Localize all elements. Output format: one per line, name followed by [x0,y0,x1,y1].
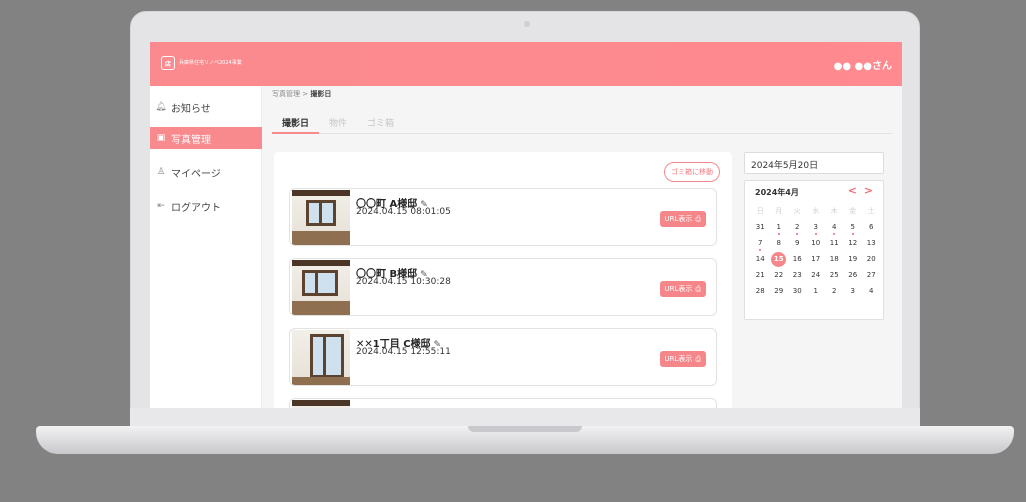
calendar-day[interactable]: 26 [844,267,863,283]
calendar-day[interactable]: 25 [825,267,844,283]
calendar-day[interactable]: 5 [844,219,863,235]
calendar-day[interactable]: 3 [844,283,863,299]
tab-shooting-date[interactable]: 撮影日 [272,108,320,134]
photo-card-partial[interactable] [289,398,717,408]
share-icon: ⎙ [695,284,701,293]
sidebar-item-mypage[interactable]: ♙ マイページ [150,161,262,183]
breadcrumb: 写真管理 > 撮影日 [272,89,331,99]
url-display-button[interactable]: URL表示 ⎙ [659,351,706,367]
photo-thumbnail[interactable] [292,400,350,408]
url-display-button[interactable]: URL表示 ⎙ [659,281,706,297]
calendar-day[interactable]: 3 [807,219,826,235]
photo-datetime: 2024.04.15 08:01:05 [356,207,451,217]
calendar-day[interactable]: 21 [751,267,770,283]
calendar-day[interactable]: 14 [751,251,770,267]
calendar-day[interactable]: 4 [862,283,881,299]
calendar-day[interactable]: 23 [788,267,807,283]
user-name[interactable]: ●● ●●さん [834,57,892,72]
share-icon: ⎙ [695,214,701,223]
calendar-grid: 日月火水木金土 31 1 2 3 4 5 6 7 8 9 10 11 12 13 14 15 16 17 18 19 20… [751,203,881,299]
photo-datetime: 2024.04.15 10:30:28 [356,277,451,287]
date-field[interactable]: 2024年5月20日 [744,152,884,174]
logo-mark: 店 [161,56,175,70]
sidebar-item-news[interactable]: 🔔︎ お知らせ [150,96,262,118]
sidebar-item-label: 写真管理 [171,134,211,146]
calendar-weekday: 水 [812,207,820,215]
calendar-day[interactable]: 28 [751,283,770,299]
calendar-day[interactable]: 2 [825,283,844,299]
photo-card[interactable]: ✕✕1丁目 C様邸 ✎ 2024.04.15 12:55:11 URL表示 ⎙ [289,328,717,386]
calendar-day[interactable]: 31 [751,219,770,235]
calendar-day[interactable]: 30 [788,283,807,299]
photo-list-panel: ゴミ箱に移動 〇〇町 A様邸 ✎ 2024.04.15 08:01:05 URL表… [274,152,732,408]
photo-thumbnail[interactable] [292,190,350,245]
logout-icon: ⇤ [157,201,165,211]
bell-icon: 🔔︎ [155,102,167,112]
calendar-day[interactable]: 18 [825,251,844,267]
breadcrumb-current: 撮影日 [310,90,332,98]
calendar-weekday: 日 [756,207,764,215]
calendar-day[interactable]: 2 [788,219,807,235]
sidebar-item-label: ログアウト [171,202,221,214]
calendar-day[interactable]: 17 [807,251,826,267]
calendar-day[interactable]: 19 [844,251,863,267]
logo-text: 兵庫県住宅リノベ2024事業 [179,60,242,66]
calendar-day[interactable]: 20 [862,251,881,267]
tab-trash[interactable]: ゴミ箱 [357,108,404,134]
calendar-day[interactable]: 16 [788,251,807,267]
app-logo[interactable]: 店 兵庫県住宅リノベ2024事業 [161,56,242,70]
laptop-base [36,426,1014,454]
calendar-day[interactable]: 9 [788,235,807,251]
calendar-month: 2024年4月 [755,188,799,197]
tab-property[interactable]: 物件 [319,108,357,134]
photo-thumbnail[interactable] [292,330,350,385]
app-header: 店 兵庫県住宅リノベ2024事業 ●● ●●さん [150,42,902,86]
move-to-trash-button[interactable]: ゴミ箱に移動 [664,162,720,182]
sidebar-item-label: マイページ [171,168,221,180]
calendar-day[interactable]: 1 [807,283,826,299]
photo-card[interactable]: 〇〇町 A様邸 ✎ 2024.04.15 08:01:05 URL表示 ⎙ [289,188,717,246]
breadcrumb-parent[interactable]: 写真管理 > [272,90,310,98]
laptop-notch [468,426,582,432]
calendar-weekday: 金 [849,207,857,215]
calendar-day[interactable]: 27 [862,267,881,283]
calendar-day[interactable]: 8 [770,235,789,251]
app-screen: 店 兵庫県住宅リノベ2024事業 ●● ●●さん 🔔︎ お知らせ ▣ 写真管理 … [150,42,902,408]
calendar-weekday: 月 [775,207,783,215]
tab-bar: 撮影日 物件 ゴミ箱 [272,108,892,134]
main-content: 写真管理 > 撮影日 撮影日 物件 ゴミ箱 ゴミ箱に移動 〇〇町 A様邸 ✎ 20… [262,86,902,408]
calendar-day[interactable]: 24 [807,267,826,283]
share-icon: ⎙ [695,354,701,363]
calendar-day[interactable]: 22 [770,267,789,283]
calendar-day[interactable]: 6 [862,219,881,235]
calendar: 2024年4月 < > 日月火水木金土 31 1 2 3 4 5 6 7 8 9 10 11 12 13 14… [744,180,884,320]
photo-thumbnail[interactable] [292,260,350,315]
calendar-day[interactable]: 15 [770,251,789,267]
photo-card[interactable]: 〇〇町 B様邸 ✎ 2024.04.15 10:30:28 URL表示 ⎙ [289,258,717,316]
calendar-day[interactable]: 29 [770,283,789,299]
sidebar-item-logout[interactable]: ⇤ ログアウト [150,195,262,217]
calendar-day[interactable]: 12 [844,235,863,251]
calendar-day[interactable]: 10 [807,235,826,251]
calendar-day[interactable]: 13 [862,235,881,251]
sidebar-item-label: お知らせ [171,103,211,115]
calendar-day[interactable]: 4 [825,219,844,235]
chevron-left-icon[interactable]: < [848,184,857,197]
photo-datetime: 2024.04.15 12:55:11 [356,347,451,357]
calendar-weekday: 木 [830,207,838,215]
calendar-weekday: 火 [793,207,801,215]
url-display-button[interactable]: URL表示 ⎙ [659,211,706,227]
sidebar-item-photos[interactable]: ▣ 写真管理 [150,127,262,149]
chevron-right-icon[interactable]: > [864,184,873,197]
calendar-day[interactable]: 7 [751,235,770,251]
calendar-day[interactable]: 11 [825,235,844,251]
camera [524,21,530,27]
calendar-weekday: 土 [867,207,875,215]
calendar-day[interactable]: 1 [770,219,789,235]
photo-icon: ▣ [156,133,166,143]
sidebar: 🔔︎ お知らせ ▣ 写真管理 ♙ マイページ ⇤ ログアウト [150,86,262,408]
user-icon: ♙ [156,167,166,177]
laptop-hinge [130,408,920,428]
